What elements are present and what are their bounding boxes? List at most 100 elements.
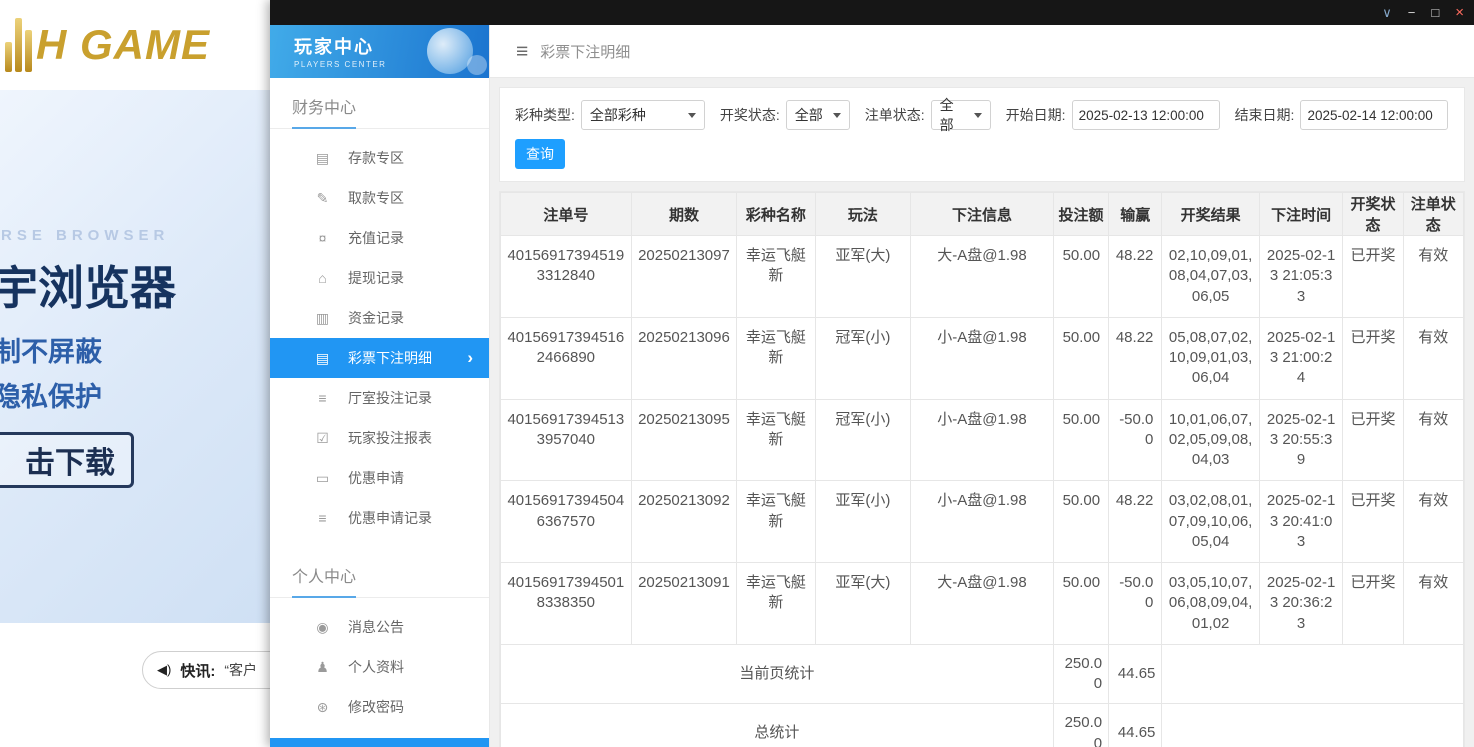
sidebar-item-label: 彩票下注明细	[348, 348, 432, 368]
cell-bet-info: 大-A盘@1.98	[911, 236, 1054, 318]
sidebar-item-lottery-bet-details[interactable]: ▤ 彩票下注明细 ›	[270, 338, 489, 378]
col-bet-info: 下注信息	[911, 193, 1054, 236]
cell-play: 亚军(大)	[815, 236, 910, 318]
cell-result: 10,01,06,07,02,05,09,08,04,03	[1162, 399, 1260, 481]
section-title: 个人中心	[292, 563, 356, 598]
draw-status-value: 全部	[795, 105, 823, 125]
fund-record-icon: ▥	[314, 310, 331, 327]
cell-result: 02,10,09,01,08,04,07,03,06,05	[1162, 236, 1260, 318]
browser-promo-banner: ERSE BROWSER 宇浏览器 制不屏蔽 隐私保护 击下载	[0, 90, 270, 623]
section-title: 财务中心	[292, 94, 356, 129]
cell-winloss: 48.22	[1109, 236, 1162, 318]
cell-lottery: 幸运飞艇新	[737, 317, 815, 399]
hh-game-logo: H GAME	[5, 18, 210, 72]
search-button[interactable]: 查询	[515, 139, 565, 169]
cell-winloss: 48.22	[1109, 481, 1162, 563]
cell-order-no: 401569173945162466890	[501, 317, 632, 399]
players-center-window: ∨ − □ × 玩家中心 PLAYERS CENTER 财务中心 ▤ 存款专区	[270, 0, 1474, 747]
window-maximize-icon[interactable]: □	[1431, 6, 1439, 19]
draw-status-label: 开奖状态:	[720, 105, 780, 125]
download-button[interactable]: 击下载	[0, 432, 134, 488]
summary-amount: 250.00	[1053, 644, 1108, 704]
section-personal-center: 个人中心	[270, 563, 489, 598]
window-menu-chevron-icon[interactable]: ∨	[1382, 6, 1392, 19]
logo-text: H GAME	[36, 18, 210, 72]
summary-empty	[1162, 704, 1464, 747]
sidebar-item-label: 个人资料	[348, 657, 404, 677]
summary-winloss: 44.65	[1109, 704, 1162, 747]
end-date-input[interactable]	[1300, 100, 1448, 130]
decorative-circle-small-icon	[467, 55, 487, 75]
summary-empty	[1162, 644, 1464, 704]
cell-amount: 50.00	[1053, 563, 1108, 645]
order-status-label: 注单状态:	[865, 105, 925, 125]
sidebar-item-withdraw-zone[interactable]: ✎ 取款专区	[270, 178, 489, 218]
recharge-icon: ¤	[314, 230, 331, 246]
cell-winloss: 48.22	[1109, 317, 1162, 399]
cell-time: 2025-02-13 20:55:39	[1259, 399, 1342, 481]
cell-lottery: 幸运飞艇新	[737, 563, 815, 645]
cell-result: 03,02,08,01,07,09,10,06,05,04	[1162, 481, 1260, 563]
sidebar-item-label: 优惠申请记录	[348, 508, 432, 528]
cell-draw-status: 已开奖	[1343, 563, 1403, 645]
chevron-right-icon: ›	[467, 348, 473, 368]
cell-period: 20250213096	[631, 317, 737, 399]
sidebar-item-hall-bet-records[interactable]: ≡ 厅室投注记录	[270, 378, 489, 418]
cell-play: 冠军(小)	[815, 317, 910, 399]
chevron-down-icon	[688, 113, 696, 118]
col-period: 期数	[631, 193, 737, 236]
window-minimize-icon[interactable]: −	[1408, 6, 1416, 19]
withdrawal-record-icon: ⌂	[314, 270, 331, 286]
sidebar-item-deposit-zone[interactable]: ▤ 存款专区	[270, 138, 489, 178]
window-close-icon[interactable]: ×	[1455, 5, 1464, 20]
report-icon: ☑	[314, 430, 331, 447]
order-status-value: 全部	[940, 95, 964, 135]
cell-order-status: 有效	[1403, 317, 1463, 399]
end-date-label: 结束日期:	[1235, 105, 1295, 125]
sidebar-item-recharge-records[interactable]: ¤ 充值记录	[270, 218, 489, 258]
sidebar-item-label: 修改密码	[348, 697, 404, 717]
content-area: 彩种类型: 全部彩种 开奖状态: 全部 注单状态: 全部	[490, 78, 1474, 747]
start-date-label: 开始日期:	[1006, 105, 1066, 125]
banner-subline-2: 隐私保护	[0, 375, 102, 414]
sidebar-item-personal-profile[interactable]: ♟ 个人资料	[270, 647, 489, 687]
sidebar-item-promo-apply-records[interactable]: ≡ 优惠申请记录	[270, 498, 489, 538]
lottery-type-select[interactable]: 全部彩种	[581, 100, 705, 130]
start-date-input[interactable]	[1072, 100, 1220, 130]
sidebar-item-label: 消息公告	[348, 617, 404, 637]
sidebar-item-label: 优惠申请	[348, 468, 404, 488]
sidebar-item-label: 充值记录	[348, 228, 404, 248]
cell-play: 亚军(大)	[815, 563, 910, 645]
cell-period: 20250213092	[631, 481, 737, 563]
sidebar-item-label: 厅室投注记录	[348, 388, 432, 408]
sidebar-item-withdrawal-records[interactable]: ⌂ 提现记录	[270, 258, 489, 298]
promo-record-icon: ≡	[314, 510, 331, 526]
sidebar-item-message-announcements[interactable]: ◉ 消息公告	[270, 607, 489, 647]
col-draw-status: 开奖状态	[1343, 193, 1403, 236]
total-summary-row: 总统计 250.00 44.65	[501, 704, 1464, 747]
order-status-select[interactable]: 全部	[931, 100, 991, 130]
sidebar-item-fund-records[interactable]: ▥ 资金记录	[270, 298, 489, 338]
sidebar-header: 玩家中心 PLAYERS CENTER	[270, 25, 489, 78]
cell-order-status: 有效	[1403, 236, 1463, 318]
sidebar-item-label: 存款专区	[348, 148, 404, 168]
draw-status-select[interactable]: 全部	[786, 100, 850, 130]
cell-amount: 50.00	[1053, 481, 1108, 563]
cell-time: 2025-02-13 21:00:24	[1259, 317, 1342, 399]
sidebar-item-change-password[interactable]: ⊛ 修改密码	[270, 687, 489, 727]
cell-bet-info: 小-A盘@1.98	[911, 317, 1054, 399]
cell-amount: 50.00	[1053, 399, 1108, 481]
sidebar-item-promo-apply[interactable]: ▭ 优惠申请	[270, 458, 489, 498]
background-site-header: H GAME	[0, 0, 270, 90]
hamburger-menu-icon[interactable]: ≡	[516, 41, 528, 62]
decorative-circle-icon	[427, 28, 473, 74]
cell-order-no: 401569173945046367570	[501, 481, 632, 563]
hall-record-icon: ≡	[314, 390, 331, 406]
cell-amount: 50.00	[1053, 236, 1108, 318]
sidebar-item-player-bet-report[interactable]: ☑ 玩家投注报表	[270, 418, 489, 458]
cell-lottery: 幸运飞艇新	[737, 399, 815, 481]
cell-draw-status: 已开奖	[1343, 481, 1403, 563]
sidebar-item-label: 玩家投注报表	[348, 428, 432, 448]
page-title: 彩票下注明细	[540, 41, 630, 62]
cell-play: 冠军(小)	[815, 399, 910, 481]
